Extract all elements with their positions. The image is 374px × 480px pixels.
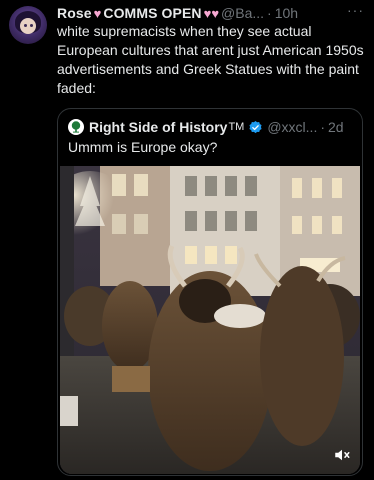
author-name[interactable]: Rose xyxy=(57,5,92,21)
tweet[interactable]: Rose ♥ COMMS OPEN ♥♥ @Ba... · 10h ··· wh… xyxy=(0,0,374,480)
quoted-author-avatar[interactable] xyxy=(68,119,84,135)
quoted-tweet[interactable]: Right Side of History TM @xxcl... · 2d U… xyxy=(57,108,363,476)
tree-logo-icon xyxy=(71,121,81,133)
quoted-timestamp[interactable]: 2d xyxy=(328,119,344,135)
tweet-text: white supremacists when they see actual … xyxy=(57,23,364,96)
quoted-tweet-text: Ummm is Europe okay? xyxy=(68,139,218,155)
quoted-author-name[interactable]: Right Side of History xyxy=(89,119,227,135)
heart-emoji-icon: ♥ xyxy=(93,5,102,21)
video-player[interactable] xyxy=(60,166,360,474)
avatar-eye xyxy=(24,24,27,27)
author-handle[interactable]: @Ba... xyxy=(221,5,264,21)
avatar-face xyxy=(20,18,36,34)
author-avatar[interactable] xyxy=(9,6,47,44)
timestamp[interactable]: 10h xyxy=(275,5,298,21)
separator: · xyxy=(267,5,272,21)
heart-emoji-icon: ♥♥ xyxy=(203,5,220,21)
quoted-author-handle[interactable]: @xxcl... xyxy=(267,119,317,135)
quoted-tweet-header: Right Side of History TM @xxcl... · 2d xyxy=(68,118,358,136)
trademark-mark: TM xyxy=(228,121,245,133)
separator: · xyxy=(320,119,326,135)
author-tag[interactable]: COMMS OPEN xyxy=(103,5,201,21)
avatar-eye xyxy=(30,24,33,27)
video-frame xyxy=(60,166,360,474)
more-options-icon[interactable]: ··· xyxy=(347,2,364,18)
verified-badge-icon xyxy=(248,120,263,135)
tweet-header: Rose ♥ COMMS OPEN ♥♥ @Ba... · 10h xyxy=(57,4,357,22)
mute-icon[interactable] xyxy=(333,446,351,464)
